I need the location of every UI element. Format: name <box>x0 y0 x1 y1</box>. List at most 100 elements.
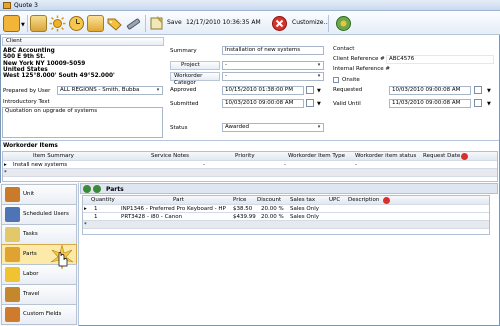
save-button[interactable]: Save <box>167 19 182 26</box>
intro-text-field[interactable]: Quotation on upgrade of systems <box>2 107 163 138</box>
delete-icon[interactable] <box>271 15 288 32</box>
priority-cell[interactable]: - <box>203 161 205 169</box>
chevron-down-icon[interactable]: ▼ <box>21 22 25 28</box>
chevron-down-icon[interactable]: ▾ <box>155 88 161 93</box>
col-quantity[interactable]: Quantity <box>91 196 115 204</box>
col-part[interactable]: Part <box>173 196 184 204</box>
customize-button[interactable]: Customize... <box>292 19 329 26</box>
workorder-category-button[interactable]: Workorder Categor <box>170 72 220 86</box>
summary-field[interactable]: Installation of new systems <box>222 46 324 55</box>
discount-cell[interactable]: 20.00 % <box>261 205 284 213</box>
status-cell[interactable]: - <box>355 161 357 169</box>
col-priority[interactable]: Priority <box>235 152 255 160</box>
col-workorder-item-status[interactable]: Workorder item status <box>355 152 416 160</box>
tag-icon[interactable] <box>106 15 123 32</box>
sun-icon[interactable] <box>49 15 66 32</box>
category-value: - <box>225 73 227 79</box>
parts-header-row: Quantity Part Price Discount Sales tax U… <box>83 196 489 205</box>
quantity-cell[interactable]: 1 <box>94 213 98 221</box>
col-sales-tax[interactable]: Sales tax <box>290 196 315 204</box>
hand-cursor-icon <box>50 244 74 272</box>
delete-row-icon[interactable] <box>461 153 468 160</box>
onsite-checkbox[interactable] <box>333 77 339 83</box>
col-workorder-item-type[interactable]: Workorder Item Type <box>288 152 345 160</box>
category-select[interactable]: - ▾ <box>222 72 324 81</box>
edit-icon[interactable] <box>87 15 104 32</box>
col-request-date[interactable]: Request Date <box>423 152 460 160</box>
item-summary-cell[interactable]: Install new systems <box>13 161 67 169</box>
chevron-down-icon[interactable]: ▼ <box>487 88 491 94</box>
intro-text-label: Introductory Text <box>3 99 50 105</box>
refresh-icon[interactable] <box>335 15 352 32</box>
type-cell[interactable]: - <box>284 161 286 169</box>
client-reference-field[interactable]: ABC4576 <box>386 55 494 64</box>
table-row[interactable]: ▸ Install new systems - - - <box>3 161 497 169</box>
submitted-date-field[interactable]: 10/03/2010 09:00:08 AM <box>222 99 304 108</box>
delete-row-icon[interactable] <box>383 197 390 204</box>
new-row[interactable]: * <box>83 221 489 229</box>
calendar-icon[interactable] <box>306 86 314 94</box>
client-address: ABC Accounting 500 E 9th St. New York NY… <box>3 48 115 79</box>
sidebar-item-custom-fields[interactable]: Custom Fields <box>1 304 77 325</box>
chevron-down-icon[interactable]: ▼ <box>487 101 491 107</box>
price-cell[interactable]: $38.50 <box>233 205 252 213</box>
calendar-icon[interactable] <box>474 86 482 94</box>
sales-tax-cell[interactable]: Sales Only <box>290 213 319 221</box>
summary-value: Installation of new systems <box>225 47 301 53</box>
toolbar: ▼ Save 12/17/2010 10:36:35 AM Customize.… <box>0 11 500 35</box>
chevron-down-icon[interactable]: ▼ <box>317 101 321 107</box>
col-upc[interactable]: UPC <box>329 196 340 204</box>
client-coordinates: West 125°8.000' South 49°52.000' <box>3 73 115 80</box>
add-icon[interactable] <box>83 185 91 193</box>
col-price[interactable]: Price <box>233 196 246 204</box>
requested-date-field[interactable]: 10/03/2010 09:00:08 AM <box>389 86 471 95</box>
col-item-summary[interactable]: Item Summary <box>33 152 74 160</box>
workorder-items-grid: Item Summary Service Notes Priority Work… <box>2 151 498 182</box>
approved-date-field[interactable]: 10/15/2010 01:38:00 PM <box>222 86 304 95</box>
calendar-icon[interactable] <box>474 99 482 107</box>
folder-icon[interactable] <box>3 15 20 32</box>
wrench-icon[interactable] <box>125 15 142 32</box>
part-cell[interactable]: PRT3428 - i80 - Canon <box>121 213 227 221</box>
chevron-down-icon[interactable]: ▾ <box>316 74 322 79</box>
approved-value: 10/15/2010 01:38:00 PM <box>225 87 293 93</box>
client-reference-label: Client Reference # <box>333 56 385 62</box>
chevron-down-icon[interactable]: ▼ <box>317 88 321 94</box>
document-icon[interactable] <box>30 15 47 32</box>
project-button[interactable]: Project <box>170 61 220 70</box>
chevron-down-icon[interactable]: ▾ <box>316 125 322 130</box>
workorder-items-title: Workorder Items <box>3 143 58 149</box>
sidebar-item-scheduled-users[interactable]: Scheduled Users <box>1 204 77 225</box>
sales-tax-cell[interactable]: Sales Only <box>290 205 319 213</box>
sidebar-item-unit[interactable]: Unit <box>1 184 77 205</box>
workorder-header-row: Item Summary Service Notes Priority Work… <box>3 152 497 161</box>
onsite-label: Onsite <box>342 77 360 83</box>
prepared-by-value: ALL REGIONS - Smith, Bubba <box>60 87 140 93</box>
table-row[interactable]: 1 PRT3428 - i80 - Canon $439.99 20.00 % … <box>83 213 489 221</box>
price-cell[interactable]: $439.99 <box>233 213 256 221</box>
status-select[interactable]: Awarded ▾ <box>222 123 324 132</box>
new-row[interactable]: * <box>3 169 497 177</box>
calendar-icon[interactable] <box>306 99 314 107</box>
parts-grid: Quantity Part Price Discount Sales tax U… <box>82 195 490 235</box>
sidebar-item-label: Scheduled Users <box>23 211 69 217</box>
col-discount[interactable]: Discount <box>257 196 281 204</box>
sidebar-item-travel[interactable]: Travel <box>1 284 77 305</box>
table-row[interactable]: ▸ 1 INP1346 - Preferred Pro Keyboard - H… <box>83 205 489 213</box>
chevron-down-icon[interactable]: ▾ <box>316 63 322 68</box>
valid-until-date-field[interactable]: 11/03/2010 09:00:08 AM <box>389 99 471 108</box>
client-button[interactable]: Client <box>2 37 164 46</box>
clock-icon[interactable] <box>68 15 85 32</box>
discount-cell[interactable]: 20.00 % <box>261 213 284 221</box>
save-icon[interactable] <box>148 15 165 32</box>
col-service-notes[interactable]: Service Notes <box>151 152 189 160</box>
row-pointer-icon: ▸ <box>84 206 87 212</box>
sidebar-item-tasks[interactable]: Tasks <box>1 224 77 245</box>
quantity-cell[interactable]: 1 <box>94 205 98 213</box>
col-description[interactable]: Description <box>348 196 379 204</box>
refresh-icon[interactable] <box>93 185 101 193</box>
part-cell[interactable]: INP1346 - Preferred Pro Keyboard - HP / <box>121 205 227 213</box>
timestamp: 12/17/2010 10:36:35 AM <box>186 19 261 26</box>
project-select[interactable]: - ▾ <box>222 61 324 70</box>
prepared-by-select[interactable]: ALL REGIONS - Smith, Bubba ▾ <box>57 86 163 95</box>
